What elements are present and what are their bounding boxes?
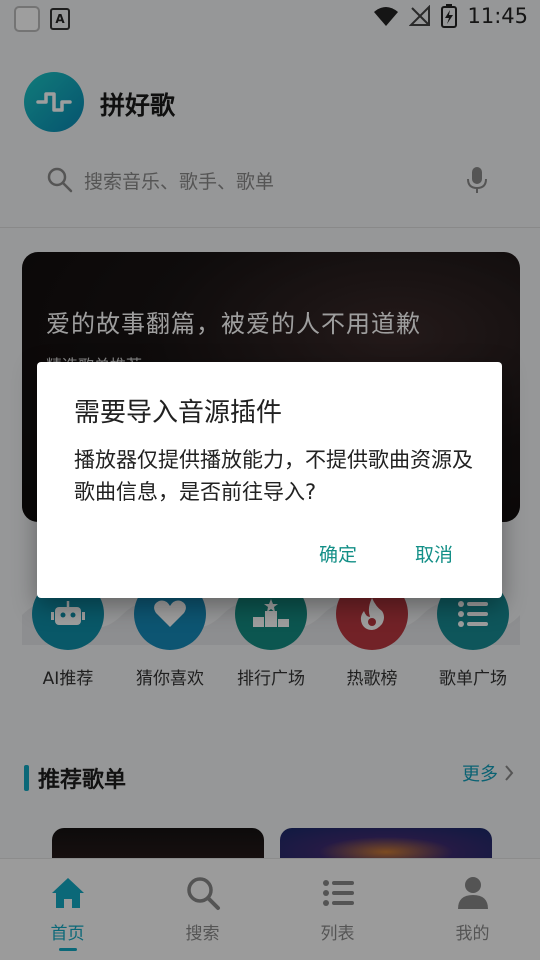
dialog-message: 播放器仅提供播放能力，不提供歌曲资源及歌曲信息，是否前往导入? <box>74 448 473 504</box>
dialog-title: 需要导入音源插件 <box>74 398 283 428</box>
import-plugin-dialog: 需要导入音源插件 播放器仅提供播放能力，不提供歌曲资源及歌曲信息，是否前往导入?… <box>37 362 502 598</box>
cancel-button[interactable]: 取消 <box>405 534 463 573</box>
confirm-button[interactable]: 确定 <box>309 534 367 573</box>
